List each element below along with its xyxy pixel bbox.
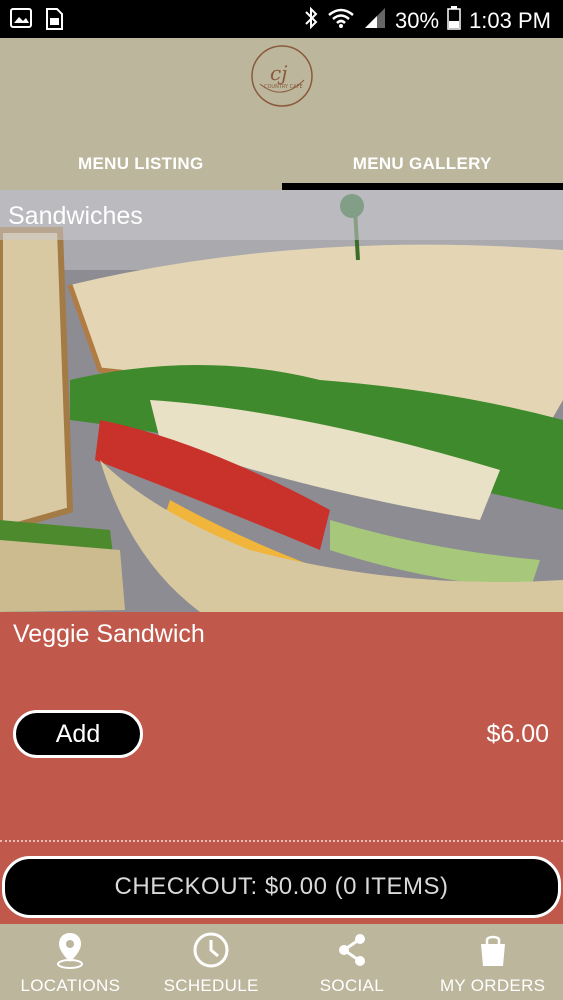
- tab-menu-gallery[interactable]: MENU GALLERY: [281, 138, 563, 190]
- image-notification-icon: [10, 8, 32, 35]
- checkout-button[interactable]: CHECKOUT: $0.00 (0 ITEMS): [2, 856, 561, 918]
- add-button-label: Add: [55, 719, 101, 748]
- checkout-bar: CHECKOUT: $0.00 (0 ITEMS): [0, 844, 563, 924]
- item-photo[interactable]: [0, 190, 563, 612]
- svg-text:cj: cj: [270, 61, 287, 85]
- cjs-logo: cj COUNTRY CAFE: [250, 44, 314, 108]
- nav-schedule[interactable]: SCHEDULE: [141, 924, 282, 1000]
- clock-icon: [193, 932, 229, 968]
- shopping-bag-icon: [480, 935, 505, 966]
- category-label: Sandwiches: [0, 190, 563, 240]
- item-name: Veggie Sandwich: [13, 620, 205, 648]
- map-pin-icon: [57, 933, 84, 969]
- wifi-icon: [327, 7, 355, 35]
- app-header: cj COUNTRY CAFE MENU LISTING MENU GALLER…: [0, 38, 563, 190]
- tab-menu-listing[interactable]: MENU LISTING: [0, 138, 282, 190]
- menu-tabs: MENU LISTING MENU GALLERY: [0, 138, 563, 190]
- bottom-nav: LOCATIONS SCHEDULE SOCIAL MY ORDERS: [0, 924, 563, 1000]
- add-button[interactable]: Add: [13, 710, 143, 758]
- signal-icon: [363, 7, 387, 35]
- bluetooth-icon: [303, 6, 319, 36]
- item-price: $6.00: [486, 720, 549, 748]
- dotted-divider: [0, 840, 563, 842]
- tab-menu-listing-label: MENU LISTING: [78, 154, 204, 173]
- sim-notification-icon: [44, 8, 64, 35]
- battery-percent: 30%: [395, 8, 440, 33]
- status-bar: 30% 1:03 PM: [0, 0, 563, 38]
- nav-locations-label: LOCATIONS: [20, 976, 121, 995]
- battery-icon: [447, 6, 461, 36]
- checkout-button-label: CHECKOUT: $0.00 (0 ITEMS): [114, 873, 449, 900]
- nav-locations[interactable]: LOCATIONS: [0, 924, 141, 1000]
- item-panel: Veggie Sandwich Add $6.00: [0, 612, 563, 844]
- svg-text:COUNTRY CAFE: COUNTRY CAFE: [264, 84, 303, 90]
- nav-social-label: SOCIAL: [319, 976, 384, 995]
- nav-social[interactable]: SOCIAL: [282, 924, 423, 1000]
- nav-my-orders[interactable]: MY ORDERS: [422, 924, 563, 1000]
- clock-time: 1:03 PM: [469, 8, 551, 33]
- share-icon: [338, 934, 365, 966]
- tab-menu-gallery-label: MENU GALLERY: [352, 154, 492, 173]
- nav-schedule-label: SCHEDULE: [163, 976, 259, 995]
- nav-my-orders-label: MY ORDERS: [439, 976, 546, 995]
